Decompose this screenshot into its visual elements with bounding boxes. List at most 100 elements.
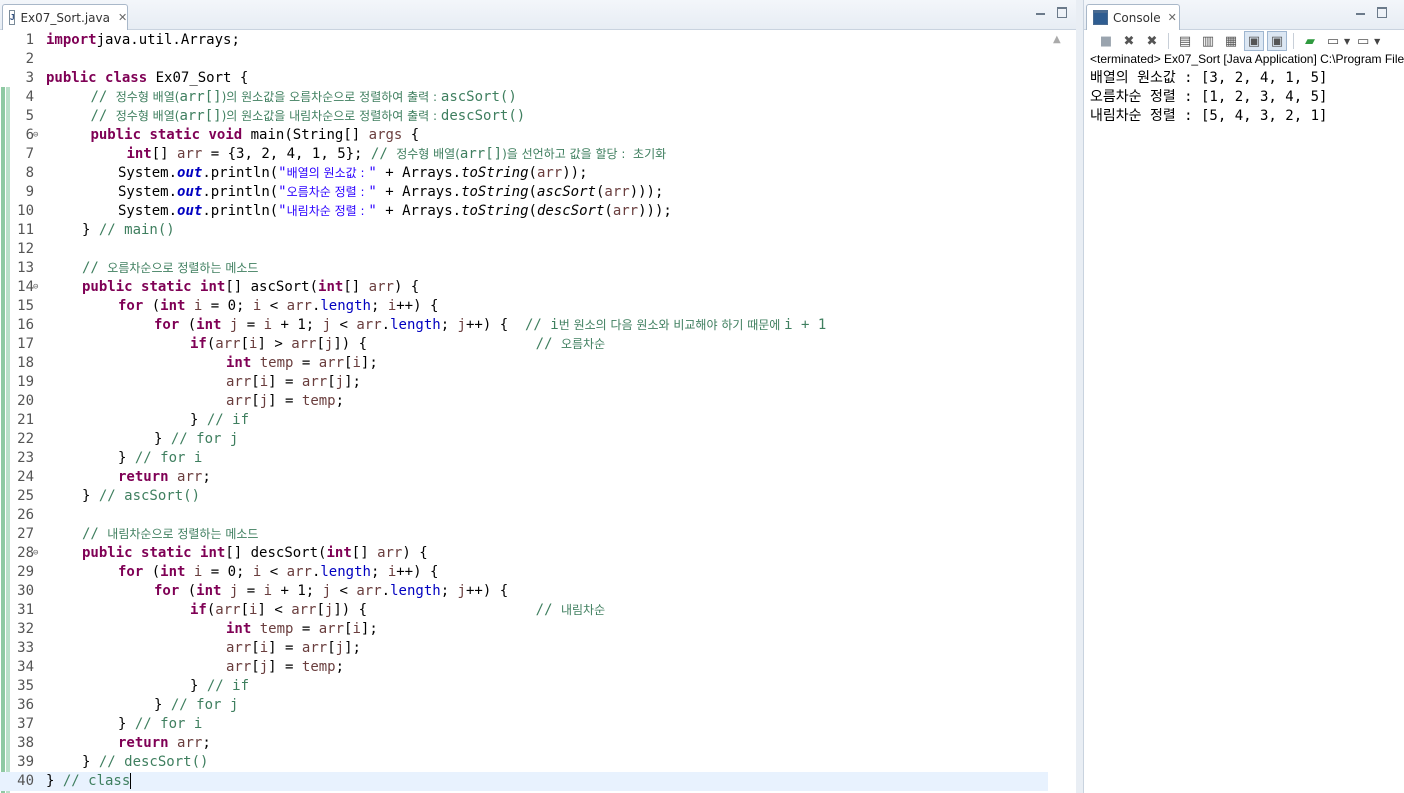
code-text: System.out.println("내림차순 정렬 : " + Arrays… bbox=[118, 203, 672, 219]
editor-tab-title: Ex07_Sort.java bbox=[20, 10, 110, 25]
line-number: 10 bbox=[17, 203, 34, 219]
clear-console-icon[interactable]: ▤ bbox=[1175, 31, 1195, 51]
console-toolbar: ■ ✖ ✖ ▤ ▥ ▦ ▣ ▣ ▰ ▭ ▼ ▭ ▼ bbox=[1084, 30, 1404, 52]
code-line[interactable]: 39} // descSort() bbox=[0, 753, 1048, 772]
code-line[interactable]: 19 arr[i] = arr[j]; bbox=[0, 373, 1048, 392]
chevron-down-icon[interactable]: ▼ bbox=[1374, 37, 1380, 46]
console-tab-bar: Console ✕ bbox=[1084, 0, 1404, 30]
code-line[interactable]: 10 System.out.println("내림차순 정렬 : " + Arra… bbox=[0, 202, 1048, 221]
code-editor[interactable]: 1 importjava.util.Arrays; 2 3 public class E… bbox=[0, 30, 1048, 793]
editor-tab-ex07-sort[interactable]: J Ex07_Sort.java ✕ bbox=[2, 4, 128, 30]
code-text: } // main() bbox=[82, 222, 175, 238]
code-line[interactable]: 22} // for j bbox=[0, 430, 1048, 449]
line-number: 25 bbox=[17, 488, 34, 504]
code-line[interactable]: 34 arr[j] = temp; bbox=[0, 658, 1048, 677]
line-number: 22 bbox=[17, 431, 34, 447]
minimize-icon[interactable] bbox=[1034, 6, 1046, 18]
editor-panel: J Ex07_Sort.java ✕ 1 importjava.util.Arra… bbox=[0, 0, 1076, 793]
code-line[interactable]: 36} // for j bbox=[0, 696, 1048, 715]
line-number: 37 bbox=[17, 716, 34, 732]
remove-launch-icon[interactable]: ✖ bbox=[1119, 31, 1139, 51]
code-line[interactable]: 7 int[] arr = {3, 2, 4, 1, 5}; // 정수형 배열… bbox=[0, 145, 1048, 164]
code-line[interactable]: 4 // 정수형 배열(arr[])의 원소값을 오름차순으로 정렬하여 출력 … bbox=[0, 88, 1048, 107]
code-text: for (int j = i + 1; j < arr.length; j++)… bbox=[154, 317, 827, 333]
minimize-icon[interactable] bbox=[1354, 6, 1366, 18]
sash[interactable] bbox=[1076, 0, 1083, 793]
code-line[interactable]: 13 // 오름차순으로 정렬하는 메소드 bbox=[0, 259, 1048, 278]
code-line[interactable]: 16 for (int j = i + 1; j < arr.length; j+… bbox=[0, 316, 1048, 335]
fold-icon[interactable]: ⊖ bbox=[33, 544, 38, 563]
remove-all-terminated-icon[interactable]: ✖ bbox=[1142, 31, 1162, 51]
code-line[interactable]: 25 } // ascSort() bbox=[0, 487, 1048, 506]
code-line[interactable]: 21} // if bbox=[0, 411, 1048, 430]
code-line[interactable]: 30 for (int j = i + 1; j < arr.length; j+… bbox=[0, 582, 1048, 601]
line-number: 6 bbox=[25, 127, 34, 143]
code-text: } // ascSort() bbox=[82, 488, 201, 504]
code-line[interactable]: 3 public class Ex07_Sort { bbox=[0, 69, 1048, 88]
code-line[interactable]: 35 } // if bbox=[0, 677, 1048, 696]
code-text: if(arr[i] > arr[j]) { // 오름차순 bbox=[190, 336, 606, 352]
show-on-stdout-icon[interactable]: ▣ bbox=[1244, 31, 1264, 51]
code-line[interactable]: 11} // main() bbox=[0, 221, 1048, 240]
line-number: 26 bbox=[17, 507, 34, 523]
line-number: 34 bbox=[17, 659, 34, 675]
code-line[interactable]: 1 importjava.util.Arrays; bbox=[0, 31, 1048, 50]
scroll-up-icon[interactable]: ▲ bbox=[1053, 34, 1061, 45]
code-line[interactable]: 15 for (int i = 0; i < arr.length; i++) { bbox=[0, 297, 1048, 316]
code-line[interactable]: 31 if(arr[i] < arr[j]) { // 내림차순 bbox=[0, 601, 1048, 620]
maximize-icon[interactable] bbox=[1056, 6, 1068, 18]
code-line[interactable]: 9 System.out.println("오름차순 정렬 : " + Array… bbox=[0, 183, 1048, 202]
code-line[interactable]: 37} // for i bbox=[0, 715, 1048, 734]
code-line[interactable]: 2 bbox=[0, 50, 1048, 69]
code-line[interactable]: 6 ⊖ public static void main(String[] args… bbox=[0, 126, 1048, 145]
fold-icon[interactable]: ⊖ bbox=[33, 278, 38, 297]
code-line[interactable]: 14 ⊖ public static int[] ascSort(int[] arr… bbox=[0, 278, 1048, 297]
code-line[interactable]: 28 ⊖ public static int[] descSort(int[] ar… bbox=[0, 544, 1048, 563]
line-number: 15 bbox=[17, 298, 34, 314]
editor-scrollbar[interactable]: ▲ bbox=[1048, 30, 1068, 793]
chevron-down-icon[interactable]: ▼ bbox=[1344, 37, 1350, 46]
close-icon[interactable]: ✕ bbox=[118, 11, 127, 24]
maximize-icon[interactable] bbox=[1376, 6, 1388, 18]
code-line[interactable]: 38 return arr; bbox=[0, 734, 1048, 753]
terminate-icon[interactable]: ■ bbox=[1096, 31, 1116, 51]
open-console-icon[interactable]: ▭ bbox=[1353, 31, 1373, 51]
code-line[interactable]: 33 arr[i] = arr[j]; bbox=[0, 639, 1048, 658]
line-number: 33 bbox=[17, 640, 34, 656]
code-text: // 오름차순으로 정렬하는 메소드 bbox=[82, 260, 259, 276]
show-on-stderr-icon[interactable]: ▣ bbox=[1267, 31, 1287, 51]
code-line[interactable]: 24 return arr; bbox=[0, 468, 1048, 487]
code-line[interactable]: 26 bbox=[0, 506, 1048, 525]
code-text: System.out.println("배열의 원소값 : " + Arrays… bbox=[118, 165, 588, 181]
console-output[interactable]: 배열의 원소값 : [3, 2, 4, 1, 5] 오름차순 정렬 : [1, … bbox=[1090, 69, 1327, 126]
code-line[interactable]: 20 arr[j] = temp; bbox=[0, 392, 1048, 411]
console-icon bbox=[1093, 10, 1108, 25]
console-tab[interactable]: Console ✕ bbox=[1086, 4, 1180, 30]
code-line[interactable]: 18 int temp = arr[i]; bbox=[0, 354, 1048, 373]
pin-console-icon[interactable]: ▰ bbox=[1300, 31, 1320, 51]
code-text: } // class bbox=[46, 773, 132, 789]
code-line[interactable]: 17 if(arr[i] > arr[j]) { // 오름차순 bbox=[0, 335, 1048, 354]
code-line[interactable]: 40} // class bbox=[0, 772, 1048, 791]
code-text: arr[j] = temp; bbox=[226, 393, 345, 409]
code-text: } // if bbox=[190, 678, 250, 694]
word-wrap-icon[interactable]: ▦ bbox=[1221, 31, 1241, 51]
code-line[interactable]: 5 // 정수형 배열(arr[])의 원소값을 내림차순으로 정렬하여 출력 … bbox=[0, 107, 1048, 126]
line-number: 35 bbox=[17, 678, 34, 694]
line-number: 23 bbox=[17, 450, 34, 466]
code-line[interactable]: 27 // 내림차순으로 정렬하는 메소드 bbox=[0, 525, 1048, 544]
close-icon[interactable]: ✕ bbox=[1168, 11, 1177, 24]
code-line[interactable]: 32 int temp = arr[i]; bbox=[0, 620, 1048, 639]
display-selected-console-icon[interactable]: ▭ bbox=[1323, 31, 1343, 51]
code-text: public class Ex07_Sort { bbox=[46, 70, 249, 86]
code-text: public static int[] ascSort(int[] arr) { bbox=[82, 279, 420, 295]
fold-icon[interactable]: ⊖ bbox=[33, 126, 38, 145]
code-line[interactable]: 12 bbox=[0, 240, 1048, 259]
scroll-lock-icon[interactable]: ▥ bbox=[1198, 31, 1218, 51]
code-line[interactable]: 23} // for i bbox=[0, 449, 1048, 468]
code-text: arr[i] = arr[j]; bbox=[226, 374, 361, 390]
console-line: 배열의 원소값 : [3, 2, 4, 1, 5] bbox=[1090, 70, 1328, 86]
code-line[interactable]: 8 System.out.println("배열의 원소값 : " + Array… bbox=[0, 164, 1048, 183]
code-line[interactable]: 29 for (int i = 0; i < arr.length; i++) { bbox=[0, 563, 1048, 582]
code-text: int temp = arr[i]; bbox=[226, 355, 378, 371]
